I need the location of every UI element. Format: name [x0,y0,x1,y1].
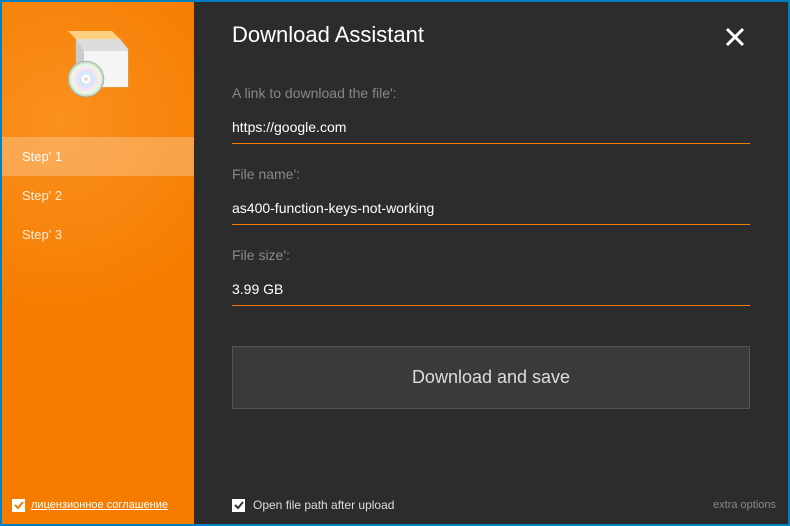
filename-field-group: File name': [232,166,750,225]
filesize-label: File size': [232,247,750,263]
download-button-label: Download and save [412,367,570,387]
step-label: Step' 2 [22,188,62,203]
steps-list: Step' 1 Step' 2 Step' 3 [2,137,194,254]
footer: лицензионное соглашение Open file path a… [2,486,788,524]
close-icon [724,26,746,48]
footer-left: лицензионное соглашение [2,486,194,524]
step-1[interactable]: Step' 1 [2,137,194,176]
license-checkbox[interactable] [12,499,25,512]
header-row: Download Assistant [232,22,750,57]
sidebar: Step' 1 Step' 2 Step' 3 [2,2,194,486]
filename-input[interactable] [232,194,750,225]
url-field-group: A link to download the file': [232,85,750,144]
main-content: Step' 1 Step' 2 Step' 3 Download Assista… [2,2,788,486]
url-input[interactable] [232,113,750,144]
open-path-label: Open file path after upload [253,498,394,512]
open-path-checkbox[interactable] [232,499,245,512]
extra-options-link[interactable]: extra options [713,499,776,511]
url-label: A link to download the file': [232,85,750,101]
download-button[interactable]: Download and save [232,346,750,409]
page-title: Download Assistant [232,22,424,48]
footer-mid: Open file path after upload [194,498,713,512]
close-button[interactable] [720,22,750,57]
app-window: Step' 1 Step' 2 Step' 3 Download Assista… [0,0,790,526]
installer-icon [58,27,138,107]
license-link[interactable]: лицензионное соглашение [31,499,168,511]
checkmark-icon [14,500,24,510]
step-label: Step' 3 [22,227,62,242]
filename-label: File name': [232,166,750,182]
content-panel: Download Assistant A link to download th… [194,2,788,486]
filesize-input[interactable] [232,275,750,306]
step-3[interactable]: Step' 3 [2,215,194,254]
filesize-field-group: File size': [232,247,750,306]
step-2[interactable]: Step' 2 [2,176,194,215]
checkmark-icon [234,500,244,510]
installer-icon-wrap [2,2,194,137]
step-label: Step' 1 [22,149,62,164]
